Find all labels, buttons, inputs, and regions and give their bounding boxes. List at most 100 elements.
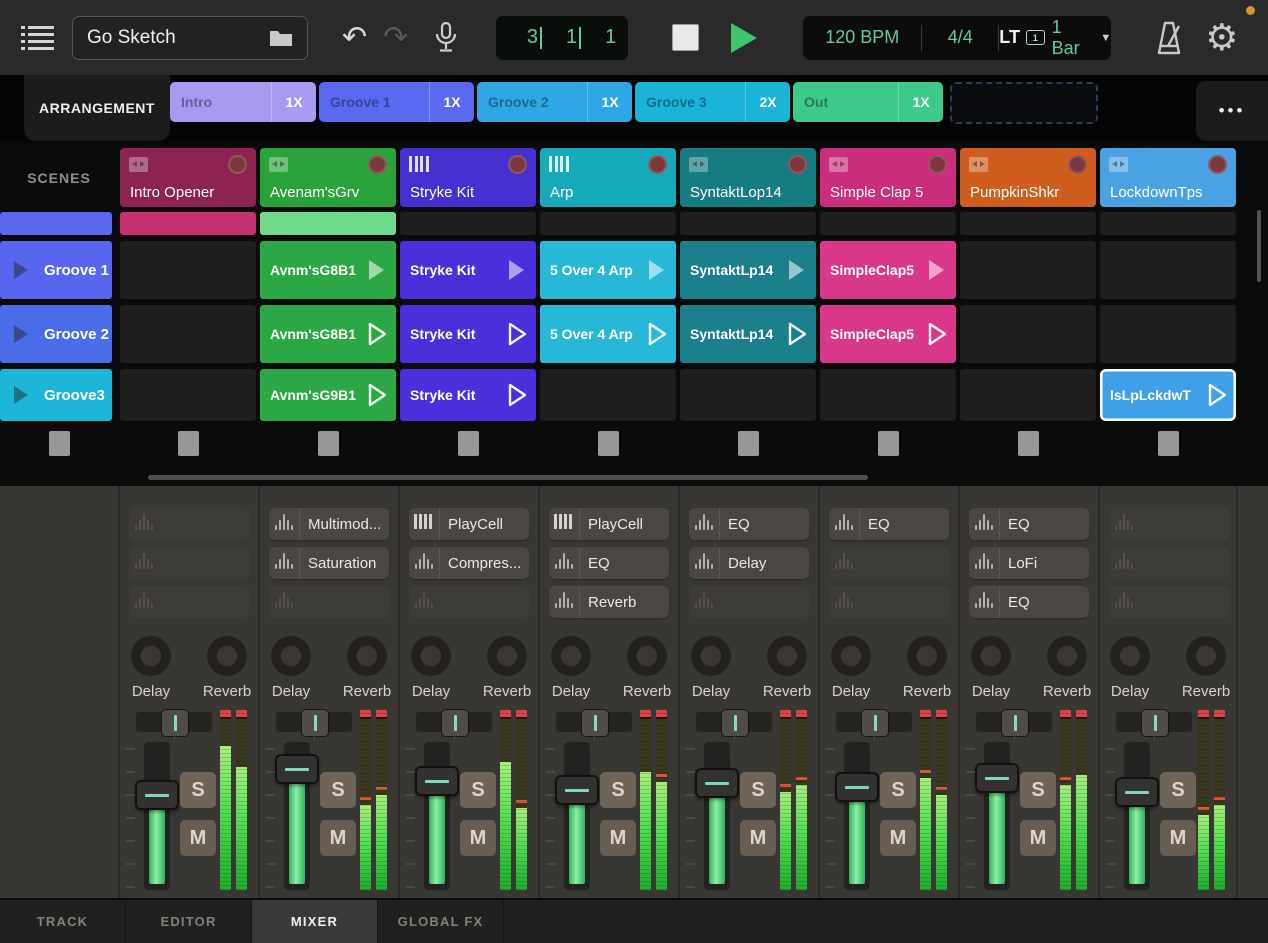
fader-handle[interactable] bbox=[1115, 777, 1159, 807]
record-arm-dot[interactable] bbox=[1208, 155, 1227, 174]
folder-icon[interactable] bbox=[269, 29, 293, 47]
track-header[interactable]: Intro Opener bbox=[120, 148, 256, 207]
fx-slot-1[interactable]: Multimod... bbox=[269, 508, 389, 540]
fx-slot-3[interactable] bbox=[409, 586, 529, 618]
delay-send-knob[interactable] bbox=[131, 636, 171, 676]
track-header[interactable]: Arp bbox=[540, 148, 676, 207]
reverb-send-knob[interactable] bbox=[1047, 636, 1087, 676]
empty-clip-slot[interactable] bbox=[120, 241, 256, 299]
fx-slot-2[interactable]: LoFi bbox=[969, 547, 1089, 579]
mute-button[interactable]: M bbox=[460, 820, 496, 856]
reverb-send-knob[interactable] bbox=[1186, 636, 1226, 676]
fx-slot-1[interactable]: PlayCell bbox=[409, 508, 529, 540]
fx-slot-2[interactable] bbox=[1109, 547, 1229, 579]
record-arm-dot[interactable] bbox=[368, 155, 387, 174]
clip[interactable]: SyntaktLp14 bbox=[680, 241, 816, 299]
clip[interactable]: IsLpLckdwT bbox=[1100, 369, 1236, 421]
empty-clip-slot[interactable] bbox=[820, 369, 956, 421]
fader-handle[interactable] bbox=[135, 780, 179, 810]
pan-slider[interactable] bbox=[276, 709, 352, 740]
pan-slider[interactable] bbox=[136, 709, 212, 740]
empty-clip-slot[interactable] bbox=[680, 369, 816, 421]
stop-button[interactable] bbox=[672, 24, 700, 51]
arrangement-more-button[interactable]: ••• bbox=[1196, 81, 1268, 141]
delay-send-knob[interactable] bbox=[831, 636, 871, 676]
delay-send-knob[interactable] bbox=[1110, 636, 1150, 676]
track-stop-button[interactable] bbox=[737, 431, 759, 456]
vertical-scrollbar[interactable] bbox=[1257, 210, 1261, 282]
reverb-send-knob[interactable] bbox=[207, 636, 247, 676]
empty-clip-slot[interactable] bbox=[960, 212, 1096, 235]
song-position-display[interactable]: 3 1 1 bbox=[496, 15, 629, 60]
delay-send-knob[interactable] bbox=[551, 636, 591, 676]
track-header[interactable]: LockdownTps bbox=[1100, 148, 1236, 207]
delay-send-knob[interactable] bbox=[411, 636, 451, 676]
fader-handle[interactable] bbox=[975, 763, 1019, 793]
volume-fader[interactable] bbox=[555, 742, 599, 890]
fx-slot-3[interactable]: Reverb bbox=[549, 586, 669, 618]
volume-fader[interactable] bbox=[835, 742, 879, 890]
empty-clip-slot[interactable] bbox=[960, 369, 1096, 421]
track-header[interactable]: Stryke Kit bbox=[400, 148, 536, 207]
reverb-send-knob[interactable] bbox=[907, 636, 947, 676]
solo-button[interactable]: S bbox=[740, 772, 776, 808]
empty-clip-slot[interactable] bbox=[540, 369, 676, 421]
empty-clip-slot[interactable] bbox=[1100, 305, 1236, 363]
track-stop-button[interactable] bbox=[1157, 431, 1179, 456]
arrangement-section[interactable]: Groove 3 2X bbox=[635, 82, 790, 122]
reverb-send-knob[interactable] bbox=[487, 636, 527, 676]
clip[interactable]: Stryke Kit bbox=[400, 241, 536, 299]
reverb-send-knob[interactable] bbox=[627, 636, 667, 676]
fader-handle[interactable] bbox=[415, 766, 459, 796]
fx-slot-1[interactable]: PlayCell bbox=[549, 508, 669, 540]
mute-button[interactable]: M bbox=[320, 820, 356, 856]
volume-fader[interactable] bbox=[135, 742, 179, 890]
record-arm-dot[interactable] bbox=[1068, 155, 1087, 174]
clip[interactable]: 5 Over 4 Arp bbox=[540, 305, 676, 363]
arrangement-section[interactable]: Groove 1 1X bbox=[319, 82, 474, 122]
mute-button[interactable]: M bbox=[600, 820, 636, 856]
arrangement-tab[interactable]: ARRANGEMENT bbox=[24, 75, 170, 141]
clip[interactable] bbox=[260, 212, 396, 235]
arrangement-section[interactable]: Intro 1X bbox=[170, 82, 316, 122]
track-header[interactable]: SyntaktLop14 bbox=[680, 148, 816, 207]
record-arm-dot[interactable] bbox=[648, 155, 667, 174]
empty-clip-slot[interactable] bbox=[400, 212, 536, 235]
menu-icon[interactable] bbox=[20, 23, 56, 53]
fx-slot-2[interactable] bbox=[129, 547, 249, 579]
solo-button[interactable]: S bbox=[180, 772, 216, 808]
tab-track[interactable]: TRACK bbox=[0, 900, 126, 943]
fx-slot-3[interactable] bbox=[829, 586, 949, 618]
quantize-value[interactable]: 1 Bar bbox=[1052, 17, 1092, 59]
fader-handle[interactable] bbox=[555, 775, 599, 805]
fx-slot-2[interactable]: Compres... bbox=[409, 547, 529, 579]
fx-slot-2[interactable]: Delay bbox=[689, 547, 809, 579]
mute-button[interactable]: M bbox=[180, 820, 216, 856]
pan-slider[interactable] bbox=[836, 709, 912, 740]
pan-slider[interactable] bbox=[696, 709, 772, 740]
record-arm-dot[interactable] bbox=[508, 155, 527, 174]
volume-fader[interactable] bbox=[1115, 742, 1159, 890]
fx-slot-3[interactable]: EQ bbox=[969, 586, 1089, 618]
clip[interactable]: Avnm'sG8B1 bbox=[260, 241, 396, 299]
fx-slot-3[interactable] bbox=[269, 586, 389, 618]
pan-slider[interactable] bbox=[556, 709, 632, 740]
pan-slider[interactable] bbox=[416, 709, 492, 740]
tab-editor[interactable]: EDITOR bbox=[126, 900, 252, 943]
reverb-send-knob[interactable] bbox=[767, 636, 807, 676]
scene-launch-button[interactable]: Groove 2 bbox=[0, 305, 112, 363]
track-stop-button[interactable] bbox=[177, 431, 199, 456]
track-stop-button[interactable] bbox=[457, 431, 479, 456]
fader-handle[interactable] bbox=[275, 754, 319, 784]
arrangement-section[interactable]: Groove 2 1X bbox=[477, 82, 632, 122]
empty-clip-slot[interactable] bbox=[120, 305, 256, 363]
reverb-send-knob[interactable] bbox=[347, 636, 387, 676]
mute-button[interactable]: M bbox=[1020, 820, 1056, 856]
fx-slot-2[interactable]: EQ bbox=[549, 547, 669, 579]
clip[interactable]: SimpleClap5 bbox=[820, 305, 956, 363]
microphone-button[interactable] bbox=[434, 21, 458, 54]
solo-button[interactable]: S bbox=[460, 772, 496, 808]
fx-slot-2[interactable]: Saturation bbox=[269, 547, 389, 579]
delay-send-knob[interactable] bbox=[691, 636, 731, 676]
empty-clip-slot[interactable] bbox=[960, 241, 1096, 299]
